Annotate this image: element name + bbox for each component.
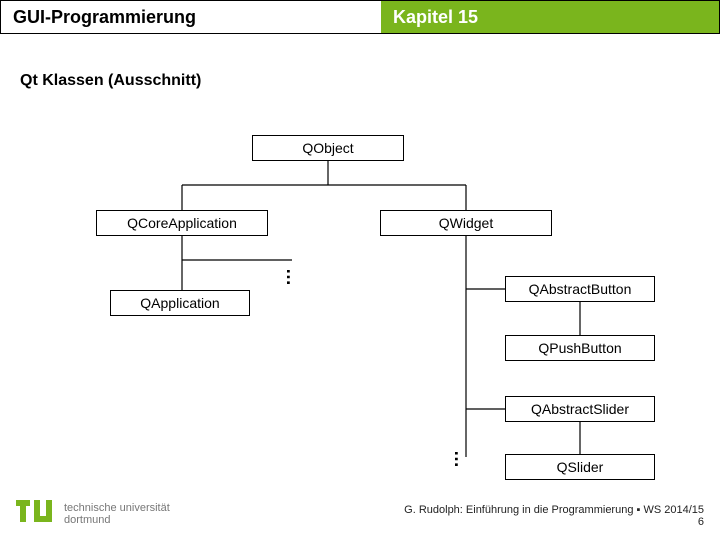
node-qobject: QObject bbox=[252, 135, 404, 161]
node-qcoreapplication: QCoreApplication bbox=[96, 210, 268, 236]
footer-uni-name: technische universität dortmund bbox=[64, 502, 170, 526]
node-qabstractslider: QAbstractSlider bbox=[505, 396, 655, 422]
node-qslider: QSlider bbox=[505, 454, 655, 480]
node-qwidget: QWidget bbox=[380, 210, 552, 236]
footer-credit: G. Rudolph: Einführung in die Programmie… bbox=[404, 504, 704, 528]
ellipsis-icon: … bbox=[290, 268, 296, 283]
node-qabstractbutton: QAbstractButton bbox=[505, 276, 655, 302]
footer-uni-line2: dortmund bbox=[64, 514, 170, 526]
slide-header: GUI-Programmierung Kapitel 15 bbox=[0, 0, 720, 34]
section-title: Qt Klassen (Ausschnitt) bbox=[20, 72, 201, 90]
node-qapplication: QApplication bbox=[110, 290, 250, 316]
header-title-left: GUI-Programmierung bbox=[1, 1, 381, 33]
ellipsis-icon: … bbox=[458, 450, 464, 465]
node-qpushbutton: QPushButton bbox=[505, 335, 655, 361]
footer-uni-line1: technische universität bbox=[64, 502, 170, 514]
header-title-right: Kapitel 15 bbox=[381, 1, 719, 33]
footer-credit-text: G. Rudolph: Einführung in die Programmie… bbox=[404, 504, 704, 516]
footer-page-number: 6 bbox=[404, 516, 704, 528]
footer-logo: technische universität dortmund bbox=[16, 500, 170, 528]
tu-logo-icon bbox=[16, 500, 56, 528]
